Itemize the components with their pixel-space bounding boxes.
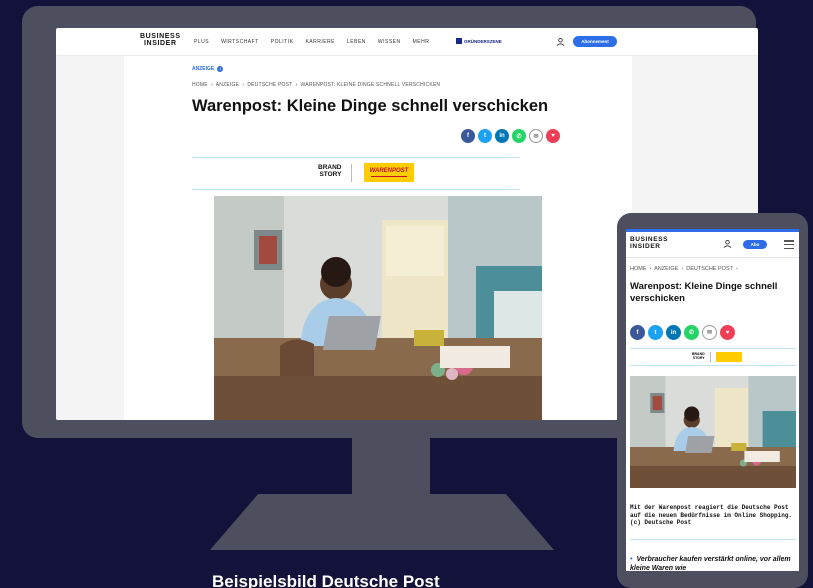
top-accent-bar <box>626 229 799 232</box>
pocket-icon[interactable]: ♥ <box>546 129 560 143</box>
share-bar: f t in ✆ ✉ ♥ <box>630 325 735 340</box>
whatsapp-icon[interactable]: ✆ <box>512 129 526 143</box>
divider <box>710 352 711 362</box>
email-icon[interactable]: ✉ <box>702 325 717 340</box>
bullet-point: • Verbraucher kaufen verstärkt online, vo… <box>630 555 796 571</box>
nav-item[interactable]: KARRIERE <box>305 39 335 45</box>
hamburger-menu-icon[interactable] <box>784 240 794 249</box>
breadcrumb[interactable]: HOME › ANZEIGE › DEUTSCHE POST › WARENPO… <box>192 82 440 88</box>
facebook-icon[interactable]: f <box>461 129 475 143</box>
nav-item[interactable]: WIRTSCHAFT <box>221 39 259 45</box>
business-insider-logo[interactable]: BUSINESS INSIDER <box>630 236 668 250</box>
warenpost-logo: WARENPOST <box>364 163 414 182</box>
monitor-base <box>210 494 554 550</box>
info-icon[interactable]: i <box>217 66 224 72</box>
top-navigation: BUSINESS INSIDER PLUS WIRTSCHAFT POLITIK KA… <box>56 28 758 56</box>
subscribe-button[interactable]: Abo <box>743 240 767 249</box>
bullet-icon: • <box>630 556 633 563</box>
bullet-text: Verbraucher kaufen verstärkt online, vor… <box>630 556 791 571</box>
page-title: Warenpost: Kleine Dinge schnell verschic… <box>630 281 778 304</box>
linkedin-icon[interactable]: in <box>495 129 509 143</box>
divider <box>351 164 352 182</box>
brand-story-banner: BRAND STORY <box>630 348 796 366</box>
twitter-icon[interactable]: t <box>478 129 492 143</box>
linkedin-icon[interactable]: in <box>666 325 681 340</box>
nav-item[interactable]: POLITIK <box>271 39 294 45</box>
monitor-neck <box>352 438 430 496</box>
user-icon[interactable] <box>556 37 565 47</box>
image-caption: Mit der Warenpost reagiert die Deutsche … <box>630 504 793 526</box>
nav-item[interactable]: MEHR <box>413 39 430 45</box>
nav-menu: PLUS WIRTSCHAFT POLITIK KARRIERE LEBEN WISSEN… <box>194 39 429 45</box>
nav-item[interactable]: WISSEN <box>378 39 401 45</box>
nav-item[interactable]: PLUS <box>194 39 209 45</box>
pocket-icon[interactable]: ♥ <box>720 325 735 340</box>
warenpost-logo <box>716 352 742 362</box>
brand-story-banner: BRAND STORY WARENPOST <box>192 157 520 190</box>
ad-label-text: ANZEIGE <box>192 66 215 72</box>
nav-item[interactable]: LEBEN <box>347 39 366 45</box>
email-icon[interactable]: ✉ <box>529 129 543 143</box>
ad-label: ANZEIGE i <box>192 66 224 72</box>
footer-caption: Beispielsbild Deutsche Post <box>212 572 440 588</box>
divider <box>630 539 796 540</box>
brand-story-label: BRAND STORY <box>692 352 705 360</box>
user-icon[interactable] <box>723 239 732 249</box>
left-margin <box>56 56 124 420</box>
mobile-device: BUSINESS INSIDER Abo HOME › ANZEIGE › DE… <box>617 213 808 588</box>
breadcrumb[interactable]: HOME › ANZEIGE › DEUTSCHE POST › <box>630 266 738 272</box>
twitter-icon[interactable]: t <box>648 325 663 340</box>
business-insider-logo[interactable]: BUSINESS INSIDER <box>140 33 181 47</box>
hero-photo <box>630 376 796 488</box>
whatsapp-icon[interactable]: ✆ <box>684 325 699 340</box>
facebook-icon[interactable]: f <box>630 325 645 340</box>
gruenderszene-logo[interactable]: GRÜNDERSZENE <box>456 38 502 44</box>
share-bar: f t in ✆ ✉ ♥ <box>461 129 560 143</box>
brand-story-label: BRAND STORY <box>318 164 342 178</box>
warenpost-logo-text: WARENPOST <box>369 168 409 174</box>
divider <box>626 257 799 258</box>
mobile-screen: BUSINESS INSIDER Abo HOME › ANZEIGE › DE… <box>626 229 799 571</box>
hero-photo <box>214 196 542 420</box>
gruenderszene-label: GRÜNDERSZENE <box>464 38 502 44</box>
subscribe-button[interactable]: Abonnement <box>573 36 617 47</box>
page-title: Warenpost: Kleine Dinge schnell verschic… <box>192 97 549 115</box>
